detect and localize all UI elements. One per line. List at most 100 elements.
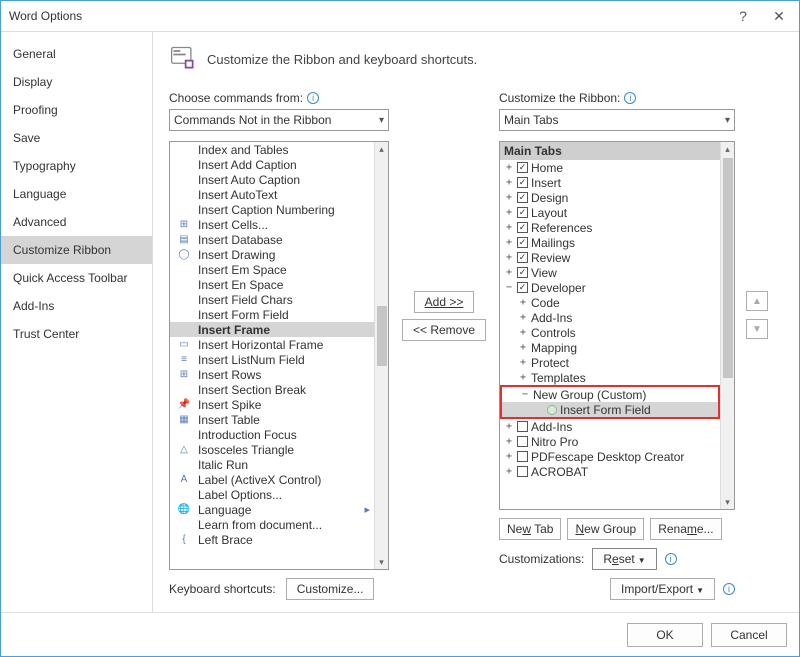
tree-item[interactable]: +Mapping <box>500 340 720 355</box>
checkbox[interactable]: ✓ <box>517 237 528 248</box>
sidebar-item-proofing[interactable]: Proofing <box>1 96 152 124</box>
expand-icon[interactable]: + <box>504 436 514 447</box>
customize-keyboard-button[interactable]: Customize... <box>286 578 375 600</box>
command-item[interactable]: Index and Tables <box>170 142 374 157</box>
command-item[interactable]: Insert Auto Caption <box>170 172 374 187</box>
collapse-icon[interactable]: − <box>504 282 514 293</box>
move-up-button[interactable]: ▲ <box>746 291 768 311</box>
info-icon[interactable]: i <box>665 553 677 565</box>
tree-item[interactable]: +Templates <box>500 370 720 385</box>
tree-item[interactable]: −✓Developer <box>500 280 720 295</box>
checkbox[interactable] <box>517 436 528 447</box>
expand-icon[interactable]: + <box>504 466 514 477</box>
expand-icon[interactable]: + <box>504 162 514 173</box>
sidebar-item-typography[interactable]: Typography <box>1 152 152 180</box>
tree-item[interactable]: Insert Form Field <box>502 402 718 417</box>
command-item[interactable]: Insert Em Space <box>170 262 374 277</box>
sidebar-item-advanced[interactable]: Advanced <box>1 208 152 236</box>
tree-item[interactable]: +✓Layout <box>500 205 720 220</box>
expand-icon[interactable]: + <box>504 237 514 248</box>
command-item[interactable]: ▦Insert Table <box>170 412 374 427</box>
tree-item[interactable]: +✓Mailings <box>500 235 720 250</box>
scroll-thumb[interactable] <box>377 306 387 366</box>
tree-item[interactable]: +✓Design <box>500 190 720 205</box>
command-item[interactable]: ≡Insert ListNum Field <box>170 352 374 367</box>
expand-icon[interactable]: + <box>518 327 528 338</box>
checkbox[interactable] <box>517 466 528 477</box>
expand-icon[interactable]: + <box>504 267 514 278</box>
new-tab-button[interactable]: New Tab <box>499 518 561 540</box>
command-item[interactable]: ◯Insert Drawing <box>170 247 374 262</box>
sidebar-item-trust-center[interactable]: Trust Center <box>1 320 152 348</box>
choose-commands-dropdown[interactable]: Commands Not in the Ribbon ▾ <box>169 109 389 131</box>
info-icon[interactable]: i <box>723 583 735 595</box>
sidebar-item-display[interactable]: Display <box>1 68 152 96</box>
command-item[interactable]: Insert En Space <box>170 277 374 292</box>
rename-button[interactable]: Rename... <box>650 518 721 540</box>
tree-item[interactable]: +Add-Ins <box>500 419 720 434</box>
command-item[interactable]: Insert Add Caption <box>170 157 374 172</box>
scroll-down-icon[interactable]: ▾ <box>721 495 734 509</box>
expand-icon[interactable]: + <box>504 421 514 432</box>
info-icon[interactable]: i <box>307 92 319 104</box>
command-item[interactable]: Insert Frame <box>170 322 374 337</box>
collapse-icon[interactable]: − <box>520 389 530 400</box>
command-item[interactable]: 📌Insert Spike <box>170 397 374 412</box>
checkbox[interactable]: ✓ <box>517 267 528 278</box>
sidebar-item-qat[interactable]: Quick Access Toolbar <box>1 264 152 292</box>
command-item[interactable]: Label Options... <box>170 487 374 502</box>
expand-icon[interactable]: + <box>504 222 514 233</box>
command-item[interactable]: Insert Section Break <box>170 382 374 397</box>
help-button[interactable]: ? <box>735 8 751 24</box>
tree-item[interactable]: +Nitro Pro <box>500 434 720 449</box>
ribbon-tabs-dropdown[interactable]: Main Tabs ▾ <box>499 109 735 131</box>
commands-listbox[interactable]: Index and TablesInsert Add CaptionInsert… <box>169 141 389 570</box>
command-item[interactable]: △Isosceles Triangle <box>170 442 374 457</box>
expand-icon[interactable]: + <box>518 372 528 383</box>
expand-icon[interactable]: + <box>504 451 514 462</box>
command-item[interactable]: Introduction Focus <box>170 427 374 442</box>
command-item[interactable]: Insert Form Field <box>170 307 374 322</box>
command-item[interactable]: ▤Insert Database <box>170 232 374 247</box>
expand-icon[interactable]: + <box>504 177 514 188</box>
cancel-button[interactable]: Cancel <box>711 623 787 647</box>
move-down-button[interactable]: ▼ <box>746 319 768 339</box>
checkbox[interactable]: ✓ <box>517 177 528 188</box>
tree-item[interactable]: +Code <box>500 295 720 310</box>
expand-icon[interactable]: + <box>504 192 514 203</box>
scrollbar[interactable]: ▴ ▾ <box>720 142 734 509</box>
new-group-button[interactable]: New Group <box>567 518 644 540</box>
tree-item[interactable]: +✓References <box>500 220 720 235</box>
command-item[interactable]: Learn from document... <box>170 517 374 532</box>
expand-icon[interactable]: + <box>518 342 528 353</box>
command-item[interactable]: Italic Run <box>170 457 374 472</box>
expand-icon[interactable]: + <box>504 252 514 263</box>
scrollbar[interactable]: ▴ ▾ <box>374 142 388 569</box>
info-icon[interactable]: i <box>624 92 636 104</box>
checkbox[interactable]: ✓ <box>517 252 528 263</box>
command-item[interactable]: Insert AutoText <box>170 187 374 202</box>
tree-item[interactable]: +✓Review <box>500 250 720 265</box>
command-item[interactable]: {Left Brace <box>170 532 374 547</box>
command-item[interactable]: ALabel (ActiveX Control) <box>170 472 374 487</box>
checkbox[interactable] <box>517 451 528 462</box>
tree-item[interactable]: +Add-Ins <box>500 310 720 325</box>
tree-item[interactable]: +✓Insert <box>500 175 720 190</box>
ok-button[interactable]: OK <box>627 623 703 647</box>
scroll-up-icon[interactable]: ▴ <box>375 142 388 156</box>
sidebar-item-addins[interactable]: Add-Ins <box>1 292 152 320</box>
command-item[interactable]: ⊞Insert Cells... <box>170 217 374 232</box>
expand-icon[interactable]: + <box>504 207 514 218</box>
checkbox[interactable]: ✓ <box>517 192 528 203</box>
import-export-button[interactable]: Import/Export▼ <box>610 578 715 600</box>
expand-icon[interactable]: + <box>518 297 528 308</box>
scroll-thumb[interactable] <box>723 158 733 378</box>
command-item[interactable]: ⊞Insert Rows <box>170 367 374 382</box>
tree-item[interactable]: +✓Home <box>500 160 720 175</box>
expand-icon[interactable]: + <box>518 312 528 323</box>
tree-item[interactable]: +✓View <box>500 265 720 280</box>
checkbox[interactable] <box>517 421 528 432</box>
sidebar-item-language[interactable]: Language <box>1 180 152 208</box>
tree-item[interactable]: −New Group (Custom) <box>502 387 718 402</box>
command-item[interactable]: Insert Field Chars <box>170 292 374 307</box>
